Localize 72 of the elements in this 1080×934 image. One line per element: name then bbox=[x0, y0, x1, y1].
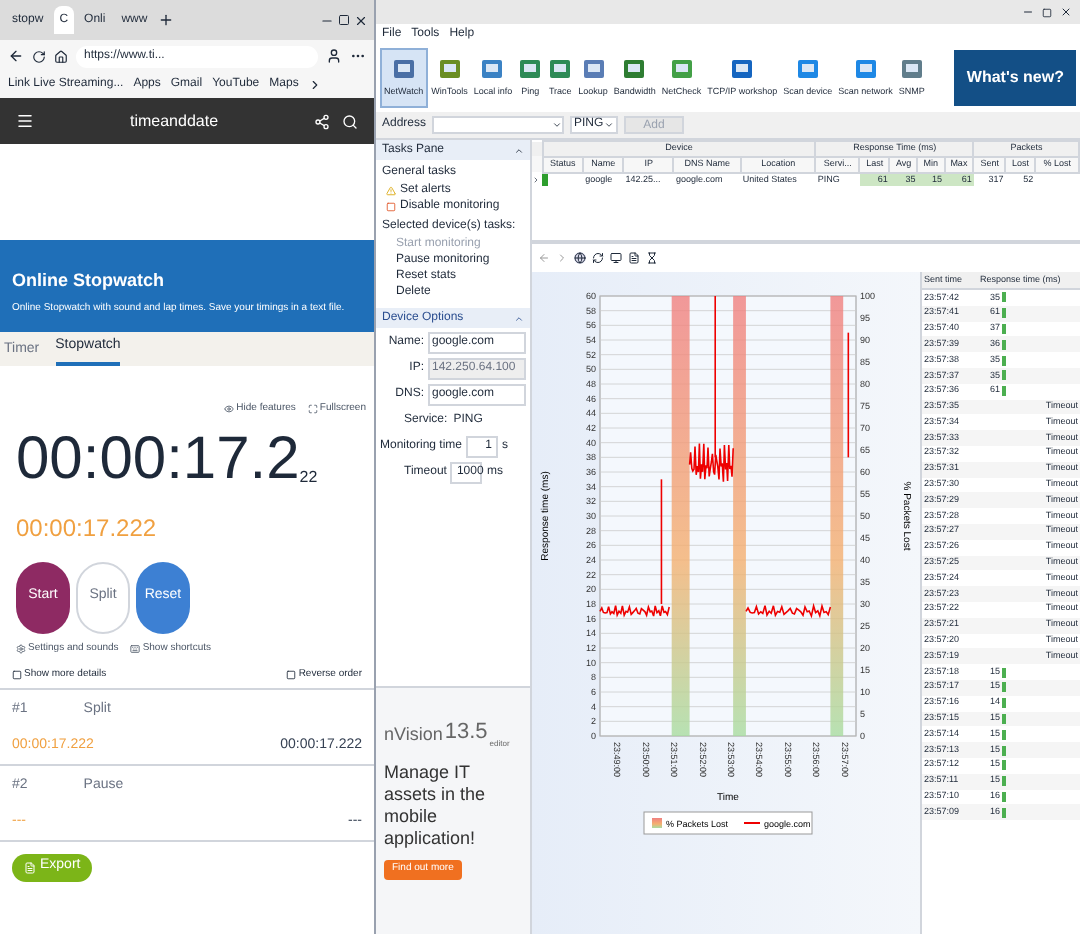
keyboard-icon bbox=[130, 643, 141, 654]
response-bar bbox=[1002, 791, 1007, 802]
square-icon bbox=[386, 201, 396, 211]
tool-icon bbox=[548, 57, 573, 82]
response-bar bbox=[1002, 760, 1007, 771]
response-bar bbox=[1002, 370, 1007, 381]
tool-icon bbox=[391, 57, 416, 82]
response-bar bbox=[1002, 308, 1007, 319]
page-title: Online Stopwatch bbox=[12, 268, 167, 294]
search-icon[interactable] bbox=[342, 113, 358, 129]
response-bar bbox=[1002, 698, 1007, 709]
new-tab-icon[interactable] bbox=[157, 12, 174, 28]
response-bar bbox=[1002, 729, 1007, 740]
tool-icon bbox=[730, 57, 755, 82]
checkbox-icon bbox=[12, 670, 22, 681]
tool-icon bbox=[669, 57, 694, 82]
collapse-icon bbox=[514, 313, 524, 323]
ad-brand: nVision bbox=[384, 722, 443, 748]
tool-icon bbox=[480, 57, 505, 82]
response-bar bbox=[1002, 745, 1007, 755]
refresh-icon[interactable] bbox=[592, 252, 604, 264]
whats-new-button[interactable]: What's new? bbox=[954, 50, 1076, 106]
address-field[interactable] bbox=[432, 116, 565, 134]
ad-version: 13.5 bbox=[444, 718, 488, 748]
tool-icon bbox=[853, 57, 878, 82]
maximize-icon[interactable] bbox=[1042, 7, 1052, 17]
tool-icon bbox=[795, 57, 820, 82]
tool-icon bbox=[622, 57, 647, 82]
response-bar bbox=[1002, 292, 1007, 303]
response-bar bbox=[1002, 355, 1007, 366]
settings-icon bbox=[16, 643, 26, 654]
response-bar bbox=[1002, 323, 1007, 334]
response-bar bbox=[1002, 713, 1007, 724]
document-icon bbox=[24, 861, 36, 873]
home-icon[interactable] bbox=[54, 49, 68, 63]
tool-icon bbox=[581, 57, 605, 82]
minimize-icon[interactable] bbox=[1022, 6, 1034, 18]
close-icon[interactable] bbox=[354, 13, 368, 27]
close-icon[interactable] bbox=[1060, 6, 1072, 18]
legend-swatch-icon bbox=[652, 818, 662, 828]
response-bar bbox=[1002, 682, 1007, 693]
collapse-icon bbox=[514, 145, 524, 155]
document-icon[interactable] bbox=[628, 252, 640, 264]
checkbox-icon bbox=[286, 670, 297, 681]
response-bar bbox=[1002, 667, 1007, 678]
response-bar bbox=[1002, 339, 1007, 350]
fullscreen-icon bbox=[307, 404, 318, 415]
profile-icon[interactable] bbox=[326, 48, 342, 64]
chevron-icon[interactable] bbox=[308, 78, 323, 92]
warning-icon bbox=[386, 185, 396, 195]
stopwatch-time: 00:00:17.2 bbox=[16, 429, 300, 489]
stopwatch-fraction: 22 bbox=[299, 465, 318, 489]
eye-icon bbox=[224, 404, 235, 415]
tool-icon bbox=[437, 57, 462, 82]
legend-line-icon bbox=[743, 822, 761, 824]
status-icon bbox=[542, 173, 549, 186]
share-icon[interactable] bbox=[314, 113, 330, 129]
tool-icon bbox=[518, 57, 543, 82]
response-bar bbox=[1002, 807, 1007, 818]
lap-time: 00:00:17.222 bbox=[14, 511, 159, 545]
response-bar bbox=[1002, 776, 1007, 787]
tool-icon bbox=[899, 57, 924, 82]
site-logo[interactable]: timeanddate bbox=[129, 109, 219, 133]
globe-icon[interactable] bbox=[574, 252, 586, 264]
back-icon[interactable] bbox=[8, 48, 24, 64]
response-bar bbox=[1002, 386, 1007, 397]
ad-text: Manage IT assets in the mobile application! bbox=[384, 761, 488, 849]
hourglass-icon[interactable] bbox=[646, 252, 658, 264]
monitor-icon[interactable] bbox=[610, 252, 622, 264]
menu-icon[interactable] bbox=[16, 112, 34, 130]
maximize-icon[interactable] bbox=[338, 14, 350, 26]
reload-icon[interactable] bbox=[32, 49, 46, 63]
